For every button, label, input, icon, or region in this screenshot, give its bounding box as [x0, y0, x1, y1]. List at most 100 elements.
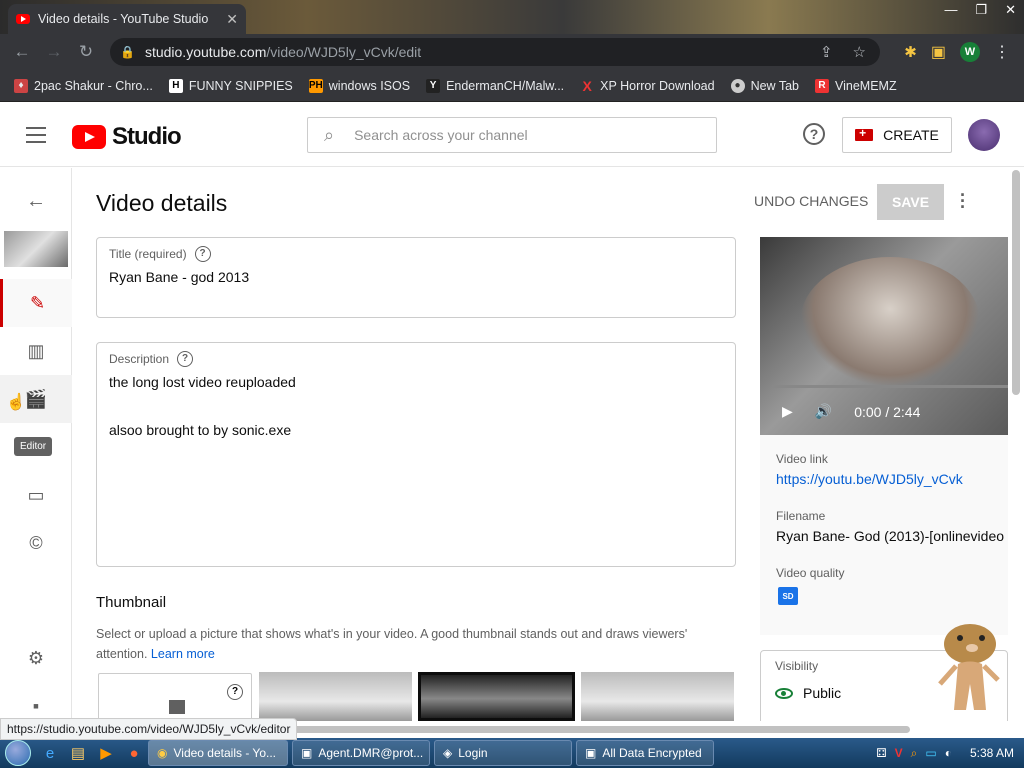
search-icon: ⌕ — [324, 124, 335, 145]
extensions-icon[interactable]: ✱ — [904, 43, 917, 61]
video-link-label: Video link — [776, 452, 828, 466]
internet-explorer-icon[interactable]: e — [36, 745, 64, 762]
minimize-icon[interactable]: — — [944, 2, 957, 18]
more-options-icon[interactable]: · · · — [960, 186, 966, 216]
help-icon[interactable]: ? — [194, 246, 211, 262]
folder-icon[interactable]: ▤ — [64, 744, 92, 762]
video-frame — [800, 257, 980, 387]
bookmark-item[interactable]: X XP Horror Download — [580, 77, 715, 94]
omnibox[interactable]: 🔒 studio.youtube.com /video/WJD5ly_vCvk/… — [110, 38, 880, 66]
youtube-studio-logo[interactable]: Studio — [72, 123, 182, 151]
visibility-value: Public — [803, 685, 842, 701]
volume-icon[interactable]: 🔊 — [815, 403, 832, 420]
filename-label: Filename — [776, 509, 826, 523]
help-icon[interactable]: ? — [177, 351, 194, 367]
create-video-icon — [855, 126, 874, 141]
media-player-icon[interactable]: ▶ — [92, 744, 120, 762]
close-window-icon[interactable]: ✕ — [1005, 2, 1016, 18]
firefox-icon[interactable]: ● — [120, 745, 148, 762]
forward-icon[interactable]: → — [38, 42, 70, 62]
tray-app-icon[interactable]: ⚃ — [876, 746, 886, 760]
tab-title: Video details - YouTube Studio — [38, 12, 209, 26]
play-icon[interactable]: ▶ — [782, 403, 793, 420]
share-icon[interactable]: ⇪ — [820, 43, 833, 61]
description-line-1: the long lost video reuploaded — [109, 374, 296, 390]
menu-icon[interactable] — [26, 127, 46, 148]
thumbnail-option[interactable] — [259, 672, 412, 721]
video-thumbnail-small[interactable] — [4, 231, 68, 267]
start-button[interactable] — [0, 738, 36, 768]
bookmark-h-icon: H — [168, 78, 183, 93]
reload-icon[interactable]: ↻ — [70, 42, 102, 62]
bookmark-yp-icon: Y — [426, 78, 441, 93]
description-line-2: alsoo brought to by sonic.exe — [109, 422, 292, 438]
browser-menu-icon[interactable]: ⋮ — [994, 42, 1010, 62]
pencil-icon: ✎ — [29, 292, 46, 313]
youtube-logo-icon — [72, 125, 106, 149]
save-button[interactable]: SAVE — [877, 184, 944, 220]
back-arrow-icon[interactable]: ← — [26, 190, 46, 213]
thumbnail-option-selected[interactable] — [418, 672, 575, 721]
sidebar-item-subtitles[interactable]: ▭ — [0, 471, 72, 519]
sidebar-item-details[interactable]: ✎ — [0, 279, 72, 327]
system-tray: ⚃ V ⌕ ▭ ◐ 5:38 AM — [876, 746, 1024, 761]
star-icon[interactable]: ☆ — [853, 43, 866, 61]
video-link[interactable]: https://youtu.be/WJD5ly_vCvk — [776, 471, 963, 487]
sidepanel-icon[interactable]: ▣ — [931, 42, 946, 62]
back-icon[interactable]: ← — [6, 42, 38, 62]
video-player[interactable]: ▶ 🔊 0:00 / 2:44 — [760, 237, 1008, 435]
description-field[interactable]: Description? the long lost video reuploa… — [96, 342, 736, 567]
help-icon[interactable]: ? — [227, 684, 243, 700]
learn-more-link[interactable]: Learn more — [151, 647, 215, 661]
bookmark-ph-icon: PH — [308, 78, 323, 93]
bookmark-item[interactable]: Y EndermanCH/Malw... — [426, 78, 564, 93]
tray-search-icon[interactable]: ⌕ — [911, 746, 918, 761]
profile-avatar[interactable]: W — [960, 42, 980, 62]
windows-orb-icon — [5, 740, 31, 766]
close-tab-icon[interactable]: ✕ — [226, 11, 238, 28]
maximize-icon[interactable]: ❐ — [975, 2, 987, 18]
undo-changes-button[interactable]: UNDO CHANGES — [754, 193, 868, 209]
sidebar-item-copyright[interactable]: © — [0, 519, 72, 567]
bookmark-x-icon: X — [582, 77, 592, 94]
taskbar-item[interactable]: ◈ Login — [434, 740, 572, 766]
visibility-label: Visibility — [775, 659, 819, 673]
sidebar-item-settings[interactable]: ⚙ — [0, 634, 72, 682]
sidebar-item-analytics[interactable]: ▥ — [0, 327, 72, 375]
gear-icon: ⚙ — [27, 647, 45, 668]
title-label: Title (required) — [109, 247, 187, 261]
create-button[interactable]: CREATE — [842, 117, 952, 153]
window-icon: ▣ — [585, 746, 597, 760]
login-icon: ◈ — [443, 746, 453, 760]
thumbnail-heading: Thumbnail — [96, 594, 167, 611]
bookmark-r-icon: R — [815, 78, 829, 93]
tray-v-icon[interactable]: V — [895, 746, 903, 760]
bookmark-item[interactable]: ● New Tab — [730, 78, 799, 93]
channel-avatar[interactable] — [968, 119, 1000, 151]
thumbnail-option[interactable] — [581, 672, 734, 721]
bookmark-item[interactable]: PH windows ISOS — [308, 78, 410, 93]
browser-tab[interactable]: Video details - YouTube Studio ✕ — [8, 4, 246, 34]
help-icon[interactable]: ? — [803, 123, 825, 145]
feedback-icon: ▪ — [32, 695, 40, 716]
window-icon: ▣ — [301, 746, 313, 760]
vertical-scrollbar[interactable] — [1012, 170, 1020, 395]
title-field[interactable]: Title (required)? Ryan Bane - god 2013 — [96, 237, 736, 318]
page-title: Video details — [96, 190, 228, 216]
progress-bar[interactable] — [772, 385, 1008, 388]
taskbar-item[interactable]: ◉ Video details - Yo... — [148, 740, 288, 766]
search-input[interactable]: ⌕ Search across your channel — [307, 117, 717, 153]
tray-volume-icon[interactable]: ◐ — [945, 746, 952, 760]
upload-thumbnail-button[interactable]: ? — [98, 673, 252, 721]
clock[interactable]: 5:38 AM — [970, 746, 1014, 760]
taskbar-item[interactable]: ▣ Agent.DMR@prot... — [292, 740, 430, 766]
taskbar-item[interactable]: ▣ All Data Encrypted — [576, 740, 714, 766]
title-value: Ryan Bane - god 2013 — [109, 269, 250, 285]
tray-monitor-icon[interactable]: ▭ — [925, 746, 936, 760]
hand-cursor-icon: ☝ — [6, 394, 26, 411]
bookmark-item[interactable]: H FUNNY SNIPPIES — [168, 78, 293, 93]
description-label: Description — [109, 352, 170, 366]
bookmark-item[interactable]: R VineMEMZ — [815, 78, 897, 93]
copyright-icon: © — [29, 532, 43, 553]
bookmark-item[interactable]: ♦ 2pac Shakur - Chro... — [14, 78, 153, 93]
